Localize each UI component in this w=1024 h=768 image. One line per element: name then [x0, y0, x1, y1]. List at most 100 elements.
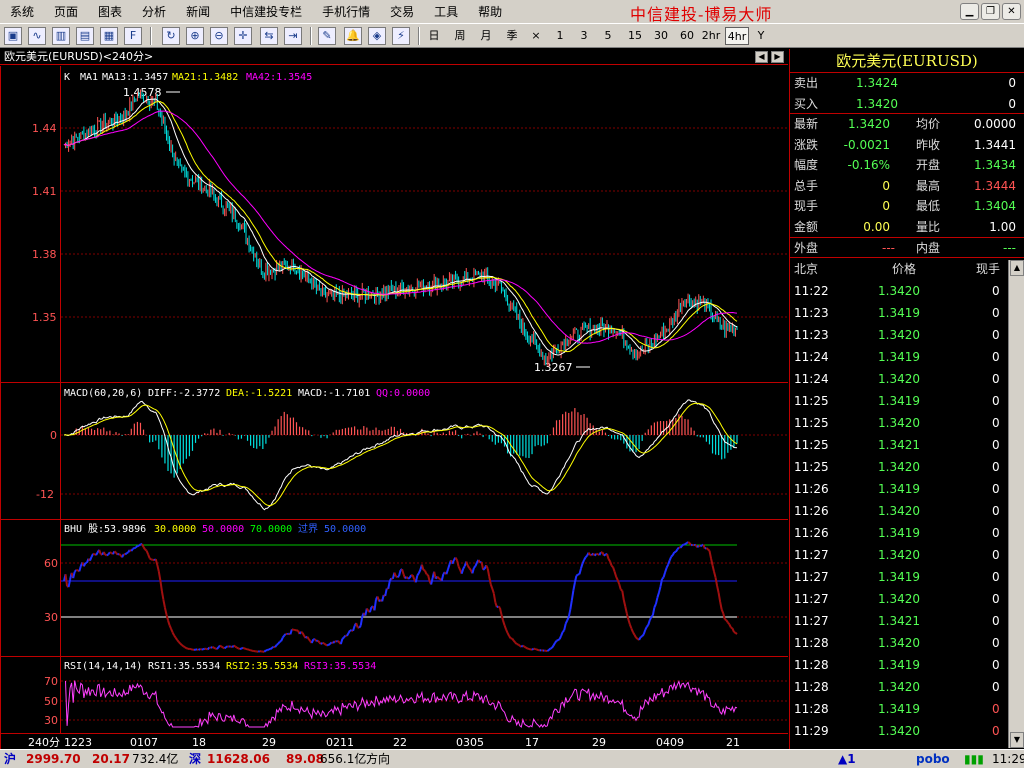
tick-row: 11:26 1.3420 0 [790, 500, 1024, 522]
bhu-segment [514, 641, 518, 645]
lightning-icon[interactable]: ⚡ [392, 27, 410, 45]
bhu-segment [95, 551, 99, 556]
bhu-segment [720, 609, 725, 614]
bhu-segment [247, 648, 250, 651]
kline-chart-icon[interactable]: ▥ [52, 27, 70, 45]
sz-change: 89.08 [286, 752, 324, 766]
date-label: 0305 [456, 736, 484, 749]
f10-icon[interactable]: F [124, 27, 142, 45]
bhu-segment [473, 565, 477, 569]
minimize-icon[interactable]: ▁ [960, 3, 979, 20]
period-4hr[interactable]: 4hr [725, 27, 749, 45]
bhu-segment [511, 637, 515, 642]
period-clear[interactable]: × [528, 27, 544, 45]
bhu-segment [705, 547, 709, 551]
tick-time: 11:25 [794, 415, 829, 430]
bhu-segment [130, 548, 134, 552]
period-quarter[interactable]: 季 [502, 27, 522, 45]
clock: 11:29 [992, 752, 1024, 766]
bhu-segment [436, 575, 440, 580]
period-year[interactable]: Y [753, 27, 769, 45]
menu-chart[interactable]: 图表 [88, 0, 132, 24]
tick-price: 1.3420 [878, 679, 920, 694]
menu-system[interactable]: 系统 [0, 0, 44, 24]
line-chart-icon[interactable]: ∿ [28, 27, 46, 45]
app-window: 系统 页面 图表 分析 新闻 中信建投专栏 手机行情 交易 工具 帮助 中信建投… [0, 0, 1024, 768]
ticks-list[interactable]: 11:22 1.3420 0 11:23 1.3419 0 11:23 1.3420 0 11:2… [790, 280, 1024, 742]
alarm-bell-icon[interactable]: 🔔 [344, 27, 362, 45]
period-30min[interactable]: 30 [650, 27, 672, 45]
tick-row: 11:27 1.3420 0 [790, 544, 1024, 566]
tick-qty: 0 [992, 613, 1000, 628]
kline-chart[interactable]: K MA1 MA13:1.3457 MA21:1.3482 MA42:1.354… [0, 66, 788, 749]
date-label: 0211 [326, 736, 354, 749]
draw-icon[interactable]: ✎ [318, 27, 336, 45]
bhu-segment [679, 545, 683, 549]
bhu-segment [236, 646, 239, 650]
period-week[interactable]: 周 [450, 27, 470, 45]
export-icon[interactable]: ⇥ [284, 27, 302, 45]
menu-bar: 系统 页面 图表 分析 新闻 中信建投专栏 手机行情 交易 工具 帮助 中信建投… [0, 0, 1024, 24]
tick-qty: 0 [992, 657, 1000, 672]
period-3min[interactable]: 3 [576, 27, 592, 45]
sh-index: 2999.70 [26, 752, 81, 766]
period-2hr[interactable]: 2hr [700, 27, 722, 45]
period-15min[interactable]: 15 [624, 27, 646, 45]
report-icon[interactable]: ▦ [100, 27, 118, 45]
chart-next-icon[interactable]: ▶ [771, 51, 784, 63]
zoom-out-icon[interactable]: ⊖ [210, 27, 228, 45]
menu-help[interactable]: 帮助 [468, 0, 512, 24]
scroll-down-icon[interactable]: ▼ [1010, 732, 1024, 748]
menu-news[interactable]: 新闻 [176, 0, 220, 24]
scroll-up-icon[interactable]: ▲ [1010, 260, 1024, 276]
tick-time: 11:26 [794, 503, 829, 518]
bhu-segment [527, 647, 530, 651]
bhu-segment [320, 642, 324, 645]
bhu-segment [190, 648, 193, 651]
menu-tools[interactable]: 工具 [424, 0, 468, 24]
sell-volume: 0 [1008, 76, 1016, 90]
crosshair-icon[interactable]: ✛ [234, 27, 252, 45]
tick-time: 11:27 [794, 613, 829, 628]
menu-page[interactable]: 页面 [44, 0, 88, 24]
bhu-segment [548, 647, 552, 651]
bhu-segment [633, 634, 637, 639]
period-60min[interactable]: 60 [676, 27, 698, 45]
bhu-segment [141, 543, 145, 548]
bhu-segment [107, 551, 111, 555]
period-1min[interactable]: 1 [552, 27, 568, 45]
refresh-icon[interactable]: ↻ [162, 27, 180, 45]
tick-time: 11:22 [794, 283, 829, 298]
quote-board-icon[interactable]: ▣ [4, 27, 22, 45]
tick-price: 1.3421 [878, 437, 920, 452]
bhu-segment [517, 643, 521, 647]
period-day[interactable]: 日 [424, 27, 444, 45]
period-month[interactable]: 月 [476, 27, 496, 45]
menu-analysis[interactable]: 分析 [132, 0, 176, 24]
bhu-segment [468, 567, 472, 571]
ticks-scrollbar[interactable]: ▲ ▼ [1008, 260, 1024, 748]
menu-trade[interactable]: 交易 [380, 0, 424, 24]
menu-mobile-quotes[interactable]: 手机行情 [312, 0, 380, 24]
tick-price: 1.3419 [878, 305, 920, 320]
tick-qty: 0 [992, 437, 1000, 452]
bhu-segment [347, 629, 351, 634]
restore-icon[interactable]: ❐ [981, 3, 1000, 20]
bhu-segment [145, 550, 150, 555]
close-icon[interactable]: ✕ [1002, 3, 1021, 20]
chart-prev-icon[interactable]: ◀ [755, 51, 768, 63]
period-5min[interactable]: 5 [600, 27, 616, 45]
toolbar-divider [150, 27, 152, 45]
indicator-icon[interactable]: ◈ [368, 27, 386, 45]
bhu-segment [263, 649, 267, 653]
alert-indicator[interactable]: ▲1 [838, 750, 856, 768]
minute-chart-icon[interactable]: ▤ [76, 27, 94, 45]
quote-panel: 欧元美元(EURUSD) 卖出 1.3424 0 买入 1.3420 0 最新 1… [789, 49, 1024, 749]
bhu-segment [82, 562, 87, 567]
zoom-in-icon[interactable]: ⊕ [186, 27, 204, 45]
bhu-segment [558, 635, 563, 640]
menu-citic-column[interactable]: 中信建投专栏 [220, 0, 312, 24]
stat-label: 均价 [916, 117, 941, 131]
switch-icon[interactable]: ⇆ [260, 27, 278, 45]
low-annotation: 1.3267 [534, 361, 573, 374]
